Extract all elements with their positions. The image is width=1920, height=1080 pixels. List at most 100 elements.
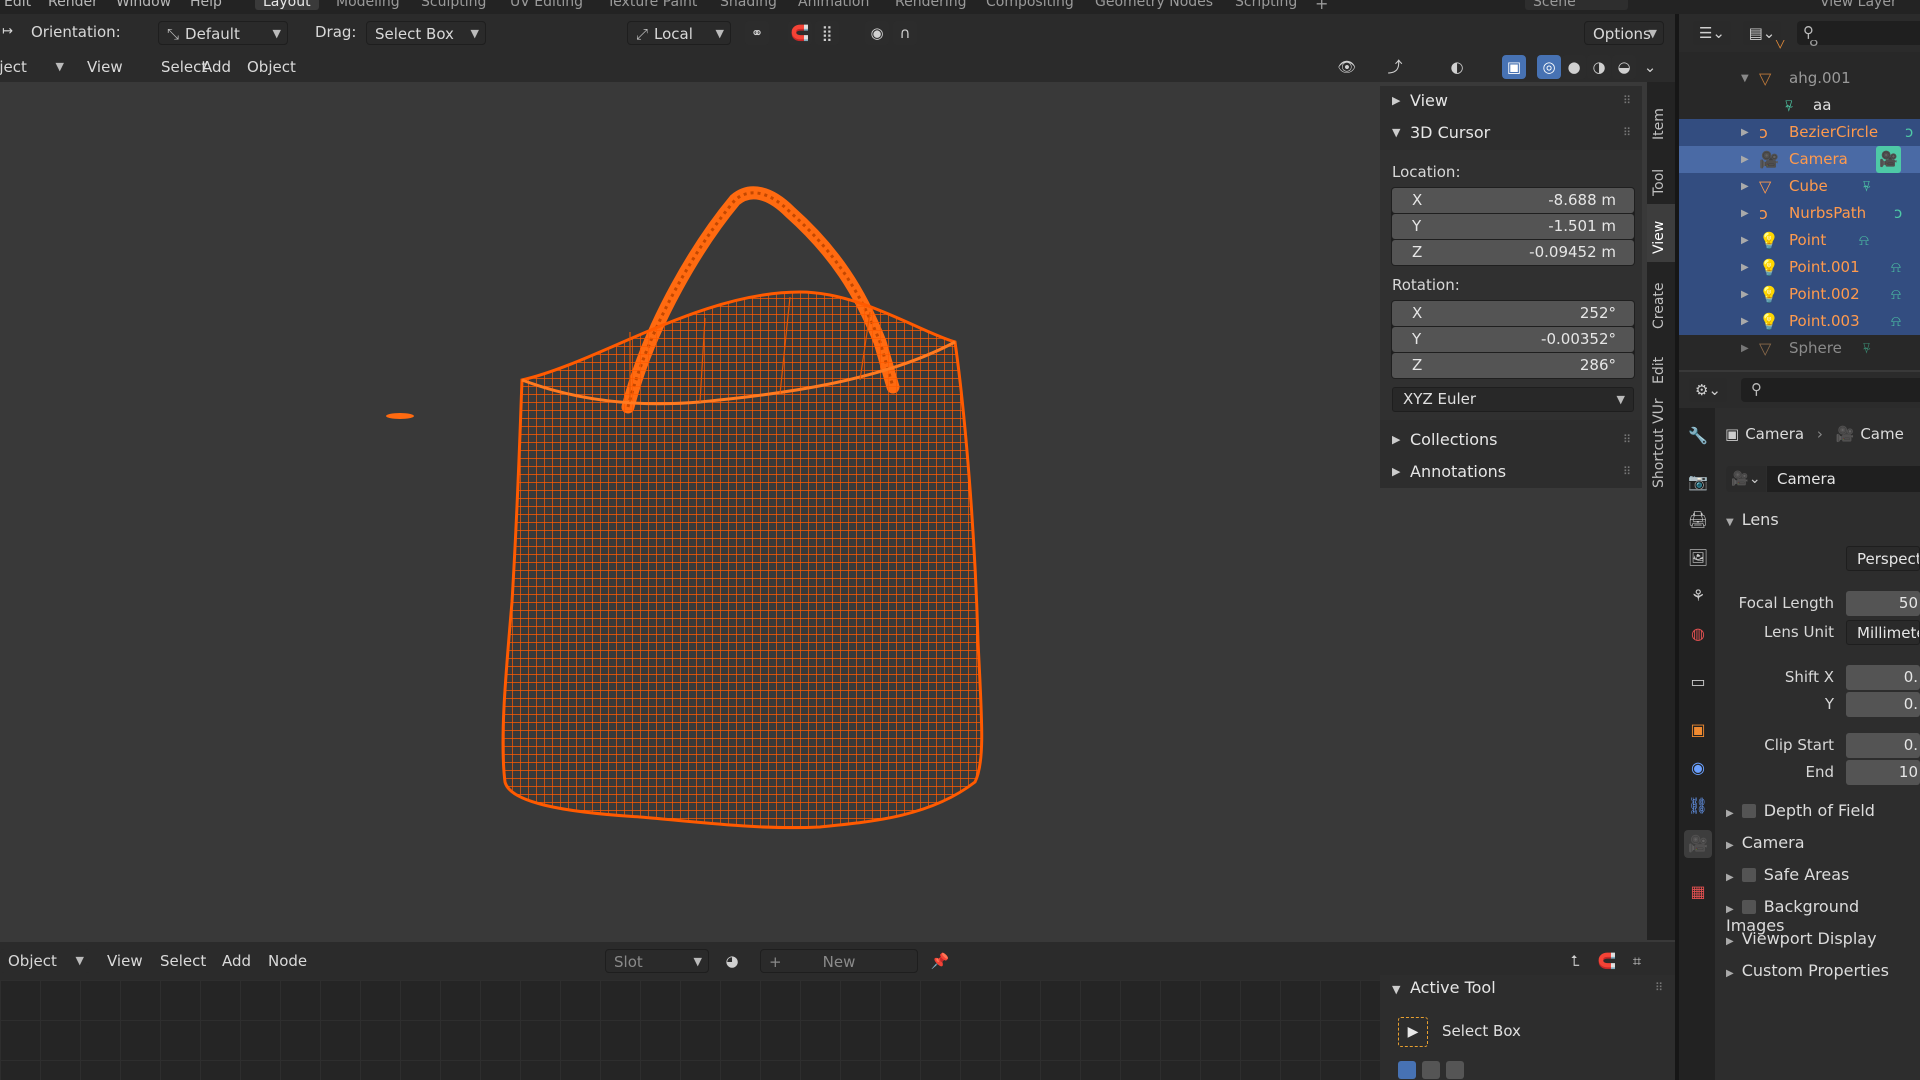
overlays-icon[interactable]: ◐ [1445, 55, 1469, 79]
tab-texture-paint[interactable]: Texture Paint [607, 0, 697, 10]
cursor-rotation-x[interactable]: X 252° [1392, 301, 1634, 326]
panel-view[interactable]: ▶ View ⠿ [1380, 86, 1642, 116]
rotation-mode-dropdown[interactable]: XYZ Euler ▼ [1392, 387, 1634, 412]
outliner-row-aa[interactable]: ⍫ aa [1679, 92, 1920, 119]
cursor-location-y[interactable]: Y -1.501 m [1392, 214, 1634, 239]
menu-window[interactable]: Window [116, 0, 171, 10]
panel-viewport-display[interactable]: ▶ Viewport Display [1726, 929, 1877, 948]
gizmo-icon[interactable]: ⤴ [1383, 55, 1407, 79]
shift-y-field[interactable]: 0. [1846, 692, 1920, 717]
tab-geometry-nodes[interactable]: Geometry Nodes [1095, 0, 1213, 10]
shader-menu-add[interactable]: Add [215, 950, 258, 972]
outliner-row-camera[interactable]: ▶ 🎥 Camera 🎥 [1679, 146, 1920, 173]
tool-tab-icon[interactable]: 🔧 [1684, 422, 1712, 450]
select-mode-new-icon[interactable] [1398, 1061, 1416, 1079]
drag-grip-icon[interactable]: ⠿ [1623, 86, 1632, 116]
render-tab-icon[interactable]: 📷 [1684, 468, 1712, 496]
outliner-row-beziercircle[interactable]: ▶ ↄ BezierCircle ↄ [1679, 119, 1920, 146]
menu-add[interactable]: Add [195, 56, 238, 78]
new-material-button[interactable]: + New [760, 949, 918, 973]
tab-item[interactable]: Item [1647, 88, 1675, 144]
drag-dropdown[interactable]: Select Box ▼ [366, 21, 486, 45]
material-shading-icon[interactable]: ◑ [1587, 55, 1611, 79]
snap-increment-icon[interactable]: ⣿ [815, 21, 839, 45]
depth-of-field-checkbox[interactable] [1741, 804, 1756, 818]
tab-scripting[interactable]: Scripting [1235, 0, 1297, 10]
menu-view[interactable]: View [80, 56, 130, 78]
mode-dropdown[interactable]: Object Mode ▼ [0, 55, 70, 100]
shader-mode-dropdown[interactable]: Object ▼ [0, 949, 90, 973]
orientation-dropdown[interactable]: ⤡ Default ▼ [158, 21, 288, 45]
snap-icon[interactable]: 🧲 [788, 21, 812, 45]
collapse-arrow-icon[interactable]: ▼ [1741, 65, 1749, 92]
cursor-location-x[interactable]: X -8.688 m [1392, 188, 1634, 213]
shader-menu-view[interactable]: View [100, 950, 150, 972]
rendered-shading-icon[interactable]: ◒ [1612, 55, 1636, 79]
shading-options-chevron-icon[interactable]: ⌄ [1638, 55, 1662, 79]
datablock-name-field[interactable]: Camera [1767, 466, 1920, 492]
proportional-edit-icon[interactable]: ◉ [865, 21, 889, 45]
expand-arrow-icon[interactable]: ▶ [1741, 281, 1749, 308]
view-layer-tab-icon[interactable]: 🖼 [1684, 544, 1712, 572]
clip-start-field[interactable]: 0. [1846, 733, 1920, 758]
focal-length-field[interactable]: 50 [1846, 591, 1920, 616]
expand-arrow-icon[interactable]: ▶ [1741, 335, 1749, 362]
cursor-rotation-z[interactable]: Z 286° [1392, 353, 1634, 378]
tab-rendering[interactable]: Rendering [895, 0, 967, 10]
outliner-row-cube[interactable]: ▶ ▽ Cube ⍫ [1679, 173, 1920, 200]
drag-grip-icon[interactable]: ⠿ [1623, 118, 1632, 148]
xray-icon[interactable]: ▣ [1502, 55, 1526, 79]
solid-shading-icon[interactable]: ● [1562, 55, 1586, 79]
panel-safe-areas[interactable]: ▶ Safe Areas [1726, 865, 1849, 884]
expand-arrow-icon[interactable]: ▶ [1741, 173, 1749, 200]
tab-uv-editing[interactable]: UV Editing [510, 0, 583, 10]
tab-shortcut-vur[interactable]: Shortcut VUr [1647, 394, 1675, 494]
tab-sculpting[interactable]: Sculpting [421, 0, 486, 10]
outliner-row-point-002[interactable]: ▶ 💡 Point.002 ⍾ [1679, 281, 1920, 308]
parent-node-tree-icon[interactable]: ⮤ [1563, 949, 1587, 973]
texture-tab-icon[interactable]: ▦ [1684, 878, 1712, 906]
drag-grip-icon[interactable]: ⠿ [1623, 425, 1632, 455]
panel-depth-of-field[interactable]: ▶ Depth of Field [1726, 801, 1875, 820]
clip-end-field[interactable]: 10 [1846, 760, 1920, 785]
outliner-row-ahg-001[interactable]: ▼ ▽ ahg.001 [1679, 65, 1920, 92]
shader-menu-node[interactable]: Node [261, 950, 314, 972]
material-sphere-icon[interactable]: ◕ [720, 949, 744, 973]
drag-grip-icon[interactable]: ⠿ [1623, 457, 1632, 487]
tab-animation[interactable]: Animation [798, 0, 869, 10]
tab-shading[interactable]: Shading [720, 0, 777, 10]
scene-selector[interactable]: Scene [1525, 0, 1628, 10]
properties-search-input[interactable]: ⚲ [1741, 378, 1920, 402]
editor-type-icon[interactable]: ⚙⌄ [1689, 378, 1727, 402]
menu-help[interactable]: Help [190, 0, 222, 10]
expand-arrow-icon[interactable]: ▶ [1741, 227, 1749, 254]
lens-type-dropdown[interactable]: Perspecti [1846, 546, 1920, 571]
tab-view[interactable]: View [1647, 204, 1675, 262]
node-snap-target-icon[interactable]: ⌗ [1625, 949, 1649, 973]
view-layer-selector[interactable]: View Layer [1820, 0, 1897, 10]
cursor-location-z[interactable]: Z -0.09452 m [1392, 240, 1634, 265]
select-mode-subtract-icon[interactable] [1446, 1061, 1464, 1079]
tab-create[interactable]: Create [1647, 267, 1675, 335]
cursor-rotation-y[interactable]: Y -0.00352° [1392, 327, 1634, 352]
panel-collections[interactable]: ▶ Collections ⠿ [1380, 425, 1642, 455]
expand-arrow-icon[interactable]: ▶ [1741, 254, 1749, 281]
shift-x-field[interactable]: 0. [1846, 665, 1920, 690]
options-dropdown[interactable]: Options ▼ [1584, 21, 1664, 45]
panel-lens[interactable]: ▼ Lens [1726, 510, 1779, 529]
constraints-tab-icon[interactable]: ⛓ [1684, 792, 1712, 820]
menu-edit[interactable]: Edit [4, 0, 31, 10]
tab-modeling[interactable]: Modeling [336, 0, 400, 10]
select-box-tool-icon[interactable]: ▶ [1398, 1017, 1428, 1047]
lens-unit-dropdown[interactable]: Millimete [1846, 620, 1920, 645]
outliner-row-point-001[interactable]: ▶ 💡 Point.001 ⍾ [1679, 254, 1920, 281]
outliner-row-8[interactable]: ▽ 8 [1679, 40, 1920, 54]
outliner-row-sphere[interactable]: ▶ ▽ Sphere ⍫ [1679, 335, 1920, 362]
pin-icon[interactable]: 📌 [928, 949, 952, 973]
falloff-icon[interactable]: ∩ [893, 21, 917, 45]
tab-layout[interactable]: Layout [255, 0, 319, 10]
outliner-row-point-003[interactable]: ▶ 💡 Point.003 ⍾ [1679, 308, 1920, 335]
expand-arrow-icon[interactable]: ▶ [1741, 119, 1749, 146]
menu-render[interactable]: Render [48, 0, 98, 10]
output-tab-icon[interactable]: 🖨 [1684, 506, 1712, 534]
